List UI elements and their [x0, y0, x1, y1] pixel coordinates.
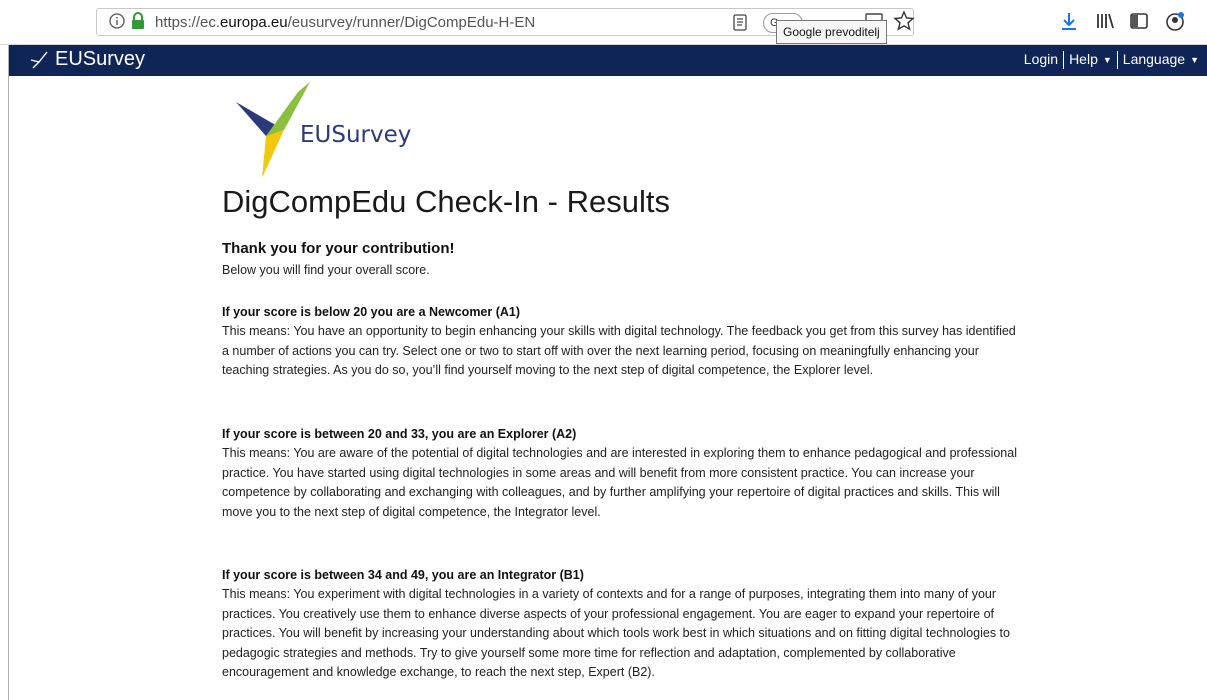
level-description: This means: You are aware of the potenti… — [222, 446, 1017, 519]
site-header: EUSurvey Login Help ▼ Language ▼ — [9, 45, 1207, 76]
thank-you-heading: Thank you for your contribution! — [222, 240, 455, 257]
nav-divider — [1116, 51, 1118, 70]
level-heading: If your score is between 20 and 33, you … — [222, 427, 577, 441]
reader-view-icon[interactable] — [733, 14, 747, 31]
eusurvey-logo-icon[interactable] — [29, 50, 49, 70]
page-border — [8, 45, 9, 700]
level-description: This means: You experiment with digital … — [222, 587, 1010, 679]
intro-text: Below you will find your overall score. — [222, 263, 430, 277]
url-text[interactable]: https://ec.europa.eu/eusurvey/runner/Dig… — [155, 14, 535, 31]
download-icon[interactable] — [1058, 10, 1080, 32]
page-title: DigCompEdu Check-In - Results — [222, 184, 670, 219]
caret-down-icon: ▼ — [1190, 55, 1199, 66]
level-heading: If your score is between 34 and 49, you … — [222, 568, 584, 582]
library-icon[interactable] — [1094, 10, 1116, 32]
sidebar-icon[interactable] — [1128, 10, 1150, 32]
bookmark-star-icon[interactable] — [893, 10, 915, 32]
language-menu[interactable]: Language ▼ — [1123, 51, 1199, 67]
level-section-integrator: If your score is between 34 and 49, you … — [222, 566, 1022, 683]
level-description: This means: You have an opportunity to b… — [222, 324, 1016, 377]
nav-divider — [1063, 51, 1065, 70]
header-nav: Login Help ▼ Language ▼ — [1024, 51, 1199, 70]
login-link[interactable]: Login — [1024, 51, 1058, 67]
site-logo-text[interactable]: EUSurvey — [55, 48, 145, 71]
tooltip: Google prevoditelj — [776, 20, 887, 44]
lock-icon[interactable] — [131, 12, 145, 30]
browser-toolbar: https://ec.europa.eu/eusurvey/runner/Dig… — [0, 0, 1207, 45]
level-section-newcomer: If your score is below 20 you are a Newc… — [222, 303, 1022, 381]
account-icon[interactable] — [1164, 10, 1186, 32]
caret-down-icon: ▼ — [1102, 55, 1112, 66]
logo-wordmark: EUSurvey — [300, 122, 412, 148]
info-icon[interactable] — [109, 13, 125, 29]
help-menu[interactable]: Help ▼ — [1069, 51, 1112, 67]
level-section-explorer: If your score is between 20 and 33, you … — [222, 425, 1022, 522]
level-heading: If your score is below 20 you are a Newc… — [222, 305, 521, 319]
